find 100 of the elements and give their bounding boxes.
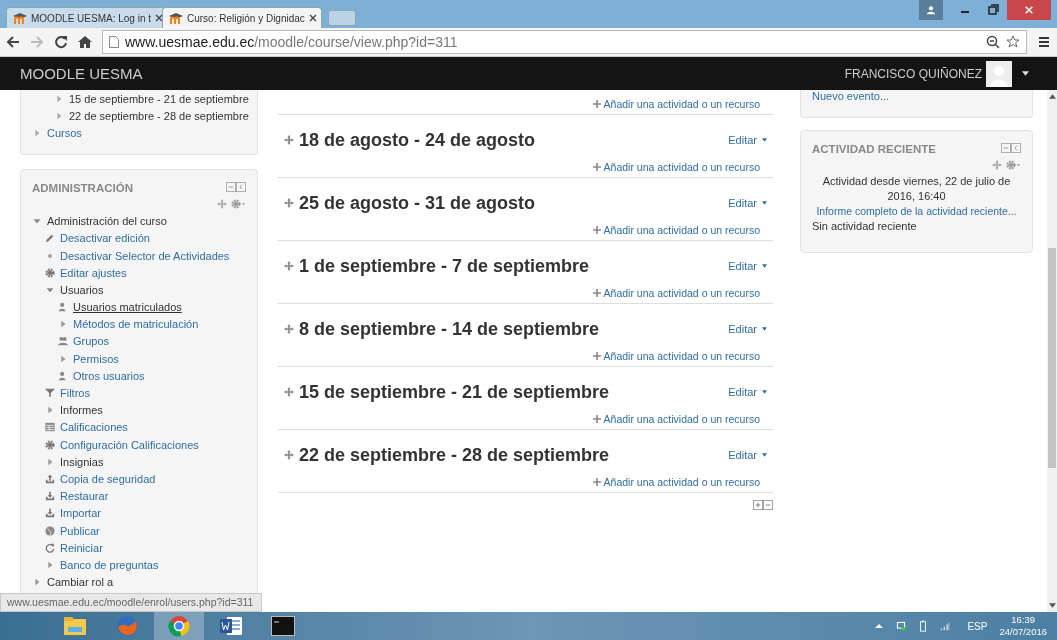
gear-icon[interactable] bbox=[231, 198, 246, 209]
tree-link[interactable]: Configuración Calificaciones bbox=[60, 438, 199, 451]
edit-menu-link[interactable]: Editar bbox=[728, 323, 757, 335]
tree-item[interactable]: 22 de septiembre - 28 de septiembre bbox=[69, 109, 249, 122]
moodle-logo-icon bbox=[13, 12, 27, 24]
avatar-icon[interactable] bbox=[986, 60, 1012, 87]
caret-right-icon[interactable] bbox=[58, 319, 68, 330]
expand-collapse-icon[interactable] bbox=[753, 500, 773, 510]
caret-right-icon[interactable] bbox=[45, 405, 55, 416]
tree-item[interactable]: Administración del curso bbox=[47, 215, 167, 228]
add-activity-link[interactable]: Añadir una actividad o un recurso bbox=[603, 287, 760, 299]
browser-tab[interactable]: Curso: Religión y Dignidac bbox=[162, 7, 322, 28]
move-icon[interactable] bbox=[284, 450, 294, 460]
tree-item[interactable]: Usuarios bbox=[60, 283, 104, 296]
edit-menu-link[interactable]: Editar bbox=[728, 197, 757, 209]
dock-icon[interactable] bbox=[226, 181, 246, 192]
address-bar[interactable]: www.uesmae.edu.ec/moodle/course/view.php?id=311 bbox=[102, 30, 1027, 54]
move-icon[interactable] bbox=[992, 160, 1002, 170]
tree-link[interactable]: Reiniciar bbox=[60, 541, 103, 554]
tree-link[interactable]: Editar ajustes bbox=[60, 266, 127, 279]
dock-icon[interactable] bbox=[1001, 143, 1021, 153]
tree-link[interactable]: Otros usuarios bbox=[73, 369, 145, 382]
edit-menu-link[interactable]: Editar bbox=[728, 134, 757, 146]
tree-link[interactable]: Desactivar edición bbox=[60, 232, 150, 245]
move-icon[interactable] bbox=[284, 135, 294, 145]
caret-right-icon[interactable] bbox=[32, 127, 42, 138]
scroll-up-icon[interactable] bbox=[1048, 94, 1056, 99]
add-activity-link[interactable]: Añadir una actividad o un recurso bbox=[603, 98, 760, 110]
caret-right-icon[interactable] bbox=[54, 93, 64, 104]
tree-link[interactable]: Calificaciones bbox=[60, 421, 128, 434]
tree-link[interactable]: Publicar bbox=[60, 524, 100, 537]
gear-icon bbox=[45, 267, 55, 278]
tree-item[interactable]: Cambiar rol a bbox=[47, 576, 114, 589]
battery-icon[interactable] bbox=[918, 620, 929, 632]
tree-link[interactable]: Grupos bbox=[73, 335, 110, 348]
caret-right-icon[interactable] bbox=[58, 353, 68, 364]
close-tab-icon[interactable] bbox=[308, 14, 317, 22]
scroll-down-icon[interactable] bbox=[1048, 603, 1056, 608]
move-icon[interactable] bbox=[284, 198, 294, 208]
reset-icon bbox=[45, 542, 55, 553]
caret-right-icon[interactable] bbox=[54, 110, 64, 121]
add-activity-link[interactable]: Añadir una actividad o un recurso bbox=[603, 224, 760, 236]
clock-time[interactable]: 16:39 bbox=[1011, 614, 1036, 626]
tree-item[interactable]: Métodos de matriculación bbox=[73, 318, 199, 331]
back-icon[interactable] bbox=[6, 35, 20, 49]
pencil-icon bbox=[45, 233, 55, 244]
edit-menu-link[interactable]: Editar bbox=[728, 386, 757, 398]
tree-link[interactable]: Cursos bbox=[47, 126, 82, 139]
user-name[interactable]: FRANCISCO QUIÑONEZ bbox=[844, 66, 982, 81]
language-indicator[interactable]: ESP bbox=[967, 620, 988, 632]
profile-button[interactable] bbox=[919, 0, 943, 20]
reload-icon[interactable] bbox=[54, 35, 68, 49]
move-icon[interactable] bbox=[217, 198, 227, 209]
caret-right-icon[interactable] bbox=[45, 559, 55, 570]
edit-menu-link[interactable]: Editar bbox=[728, 449, 757, 461]
tree-item[interactable]: Insignias bbox=[60, 455, 104, 468]
site-name[interactable]: MOODLE UESMA bbox=[20, 65, 143, 82]
menu-icon[interactable] bbox=[1037, 35, 1051, 49]
full-report-link[interactable]: Informe completo de la actividad reciente... bbox=[816, 205, 1017, 217]
block-title: ACTIVIDAD RECIENTE bbox=[812, 143, 937, 155]
caret-right-icon[interactable] bbox=[45, 456, 55, 467]
add-activity-link[interactable]: Añadir una actividad o un recurso bbox=[603, 476, 760, 488]
gear-icon[interactable] bbox=[1006, 160, 1021, 170]
tree-item[interactable]: Permisos bbox=[73, 352, 119, 365]
plus-icon[interactable] bbox=[592, 478, 601, 486]
plus-icon[interactable] bbox=[592, 289, 601, 297]
star-icon[interactable] bbox=[1006, 35, 1020, 49]
plus-icon[interactable] bbox=[592, 100, 601, 108]
plus-icon[interactable] bbox=[592, 415, 601, 423]
move-icon[interactable] bbox=[284, 261, 294, 271]
forward-icon[interactable] bbox=[30, 35, 44, 49]
plus-icon[interactable] bbox=[592, 352, 601, 360]
tree-link[interactable]: Desactivar Selector de Actividades bbox=[60, 249, 230, 262]
add-activity-link[interactable]: Añadir una actividad o un recurso bbox=[603, 161, 760, 173]
tree-item[interactable]: 15 de septiembre - 21 de septiembre bbox=[69, 92, 249, 105]
tree-item[interactable]: Informes bbox=[60, 404, 103, 417]
scroll-thumb[interactable] bbox=[1048, 248, 1056, 468]
edit-menu-link[interactable]: Editar bbox=[728, 260, 757, 272]
clock-date[interactable]: 24/07/2016 bbox=[999, 626, 1047, 638]
tree-link[interactable]: Restaurar bbox=[60, 490, 109, 503]
caret-down-icon[interactable] bbox=[1022, 71, 1029, 76]
plus-icon[interactable] bbox=[592, 226, 601, 234]
move-icon[interactable] bbox=[284, 387, 294, 397]
new-event-link[interactable]: Nuevo evento... bbox=[812, 90, 890, 102]
tree-link[interactable]: Filtros bbox=[60, 387, 90, 400]
home-icon[interactable] bbox=[78, 35, 92, 49]
move-icon[interactable] bbox=[284, 324, 294, 334]
add-activity-link[interactable]: Añadir una actividad o un recurso bbox=[603, 413, 760, 425]
caret-right-icon[interactable] bbox=[32, 577, 42, 588]
tree-link[interactable]: Usuarios matriculados bbox=[73, 301, 182, 314]
tree-link[interactable]: Importar bbox=[60, 507, 101, 520]
plus-icon[interactable] bbox=[592, 163, 601, 171]
close-window-button[interactable] bbox=[1007, 0, 1051, 20]
people-icon bbox=[58, 336, 68, 347]
activity-since-text: Actividad desde viernes, 22 de julio de 2016, 16:40 bbox=[821, 174, 1012, 204]
tree-link[interactable]: Copia de seguridad bbox=[60, 472, 156, 485]
network-icon[interactable] bbox=[896, 620, 907, 632]
add-activity-link[interactable]: Añadir una actividad o un recurso bbox=[603, 350, 760, 362]
tree-item[interactable]: Banco de preguntas bbox=[60, 558, 159, 571]
zoom-out-icon[interactable] bbox=[986, 35, 1000, 49]
